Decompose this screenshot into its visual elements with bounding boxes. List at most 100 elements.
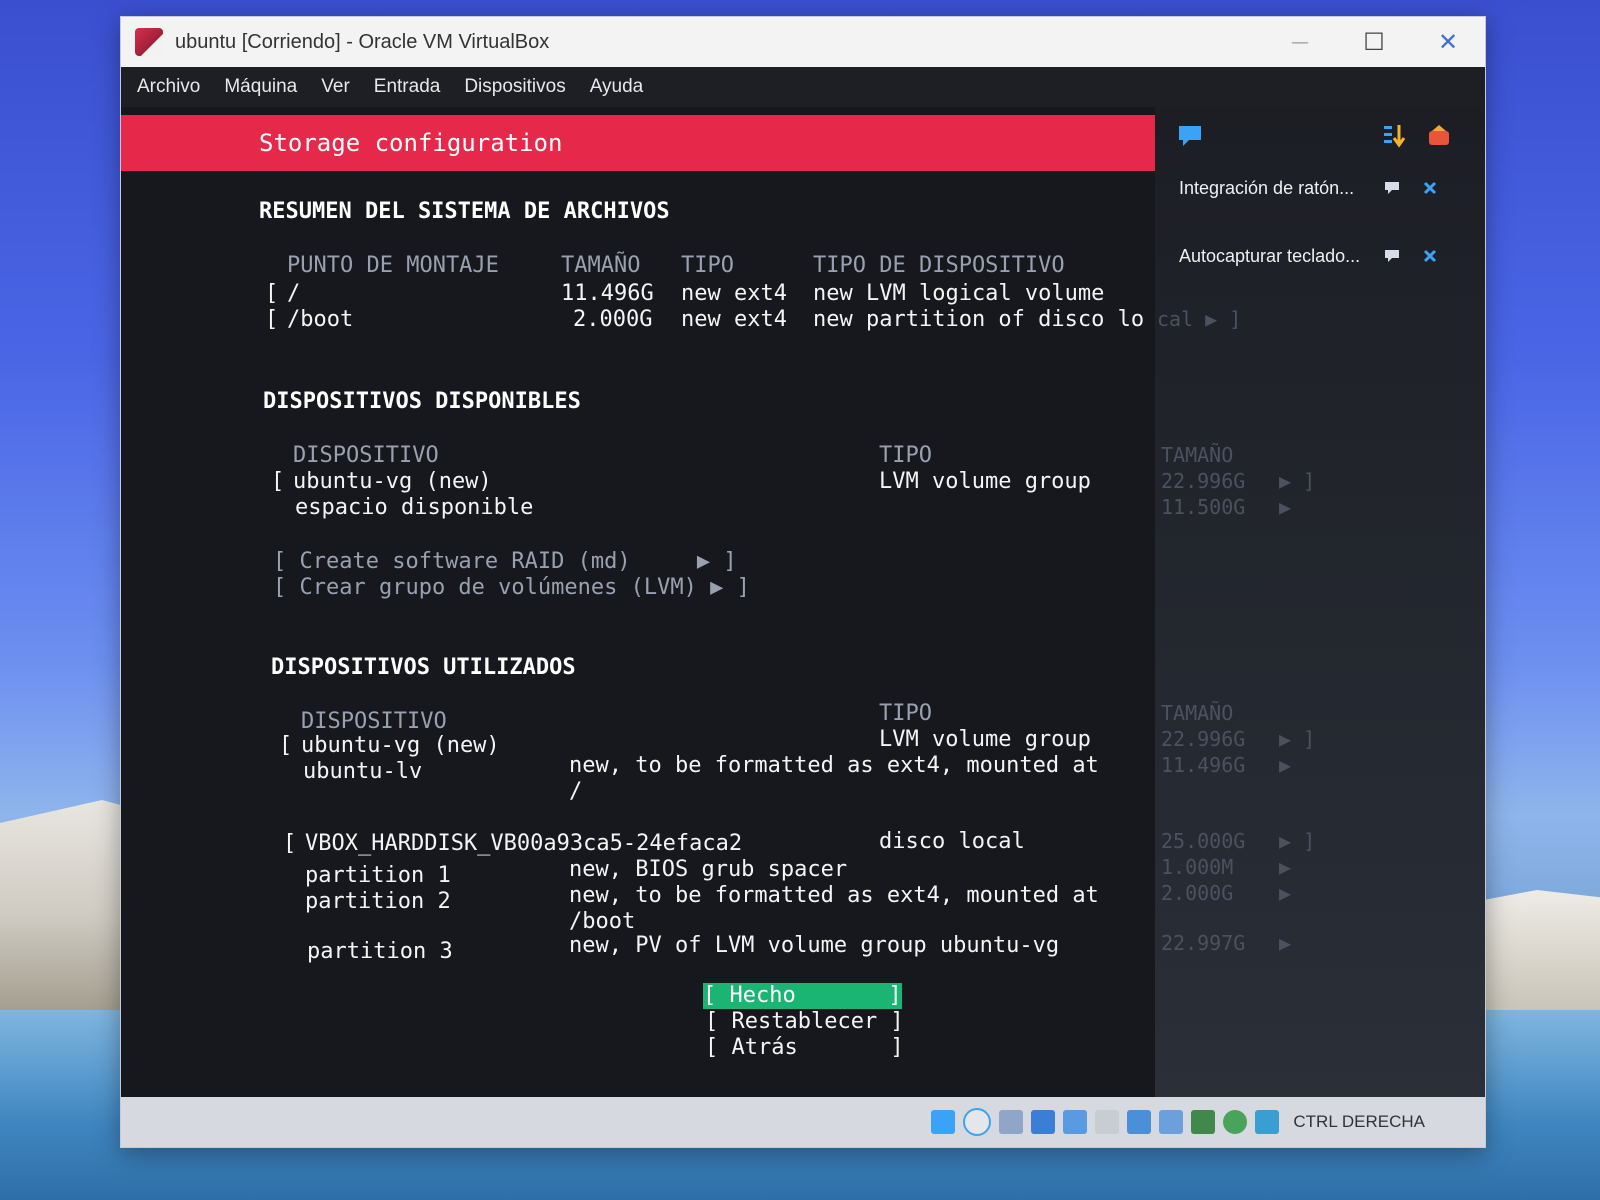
device-type: LVM volume group [879,727,1091,752]
notification-mouse-integration: Integración de ratón... [1179,173,1354,203]
row-bracket: [ [265,307,279,332]
cpu-indicator-icon[interactable] [1191,1110,1216,1134]
col-type-header: TIPO [681,253,734,278]
menu-ver[interactable]: Ver [321,76,350,98]
speech-bubble-icon[interactable] [1175,121,1205,151]
guest-additions-icon[interactable] [1223,1110,1248,1134]
dismiss-mouse-notification-icon[interactable] [1419,173,1441,203]
mouse-integration-icon[interactable] [1255,1110,1280,1134]
free-space-size: 11.500G [1161,495,1246,519]
fs-devtype: new partition of disco lo [813,307,1145,332]
device-size: 22.996G [1161,469,1246,493]
partition-size: 22.997G [1161,931,1246,955]
row-arrow: ▶ ] [1279,727,1316,751]
fs-size: 11.496G [561,281,654,306]
lv-description: new, to be formatted as ext4, mounted at [569,753,1099,778]
close-icon: ✕ [1437,28,1459,56]
col-type-header: TIPO [879,443,932,468]
row-arrow: ▶ [1279,495,1292,519]
col-device-header: DISPOSITIVO [293,443,439,468]
menu-bar: Archivo Máquina Ver Entrada Dispositivos… [121,67,1485,107]
mount-point: / [287,281,301,306]
row-bracket: [ [279,733,293,758]
virtualbox-app-icon [135,28,163,56]
host-key-label: CTRL DERECHA [1293,1112,1425,1131]
dismiss-keyboard-notification-icon[interactable] [1419,241,1441,271]
close-button[interactable]: ✕ [1411,17,1485,67]
partition-size: 2.000G [1161,881,1234,905]
minimize-icon: — [1291,31,1309,53]
col-size-header: TAMAÑO [1161,443,1234,467]
recording-icon[interactable] [1159,1110,1184,1134]
notification-text: Integración de ratón... [1179,177,1355,198]
row-arrow: ▶ [1279,881,1292,905]
menu-dispositivos[interactable]: Dispositivos [464,76,565,98]
menu-ayuda[interactable]: Ayuda [590,76,644,98]
display-icon[interactable] [1127,1110,1152,1134]
fs-type: new ext4 [681,281,787,306]
col-size-header: TAMAÑO [561,253,641,278]
menu-archivo[interactable]: Archivo [137,76,200,98]
installer-tui: Storage configuration RESUMEN DEL SISTEM… [121,107,1155,1097]
fs-size: 2.000G [573,307,653,332]
lv-description-cont: / [569,779,583,804]
row-arrow: ▶ ] [1279,469,1316,493]
row-arrow: ▶ [1279,753,1292,777]
device-type: LVM volume group [879,469,1091,494]
installer-header: Storage configuration [121,115,1155,171]
col-devtype-header: TIPO DE DISPOSITIVO [813,253,1065,278]
row-arrow: ▶ [1279,931,1292,955]
back-button[interactable]: [ Atrás ] [705,1035,904,1061]
partition-name: partition 2 [305,889,451,914]
create-lvm-button[interactable]: [ Crear grupo de volúmenes (LVM) ▶ ] [273,575,750,601]
device-size: 22.996G [1161,727,1246,751]
used-heading: DISPOSITIVOS UTILIZADOS [271,655,576,680]
device-name: ubuntu-vg (new) [293,469,492,494]
notification-keyboard-capture: Autocapturar teclado... [1179,241,1360,271]
disk-size: 25.000G [1161,829,1246,853]
notification-info-icon[interactable] [1381,241,1403,271]
optical-drive-icon[interactable] [963,1108,992,1136]
done-button[interactable]: [ Hecho ] [703,983,902,1009]
menu-entrada[interactable]: Entrada [374,76,441,98]
audio-icon[interactable] [999,1110,1024,1134]
partition-description: new, BIOS grub spacer [569,857,848,882]
menu-maquina[interactable]: Máquina [224,76,297,98]
title-bar[interactable]: ubuntu [Corriendo] - Oracle VM VirtualBo… [121,17,1485,67]
network-icon[interactable] [1031,1110,1056,1134]
row-bracket: [ [283,831,297,856]
fs-devtype: new LVM logical volume [813,281,1105,306]
maximize-icon: ☐ [1363,28,1385,56]
partition-description: new, to be formatted as ext4, mounted at [569,883,1099,908]
maximize-button[interactable]: ☐ [1337,17,1411,67]
col-size-header: TAMAÑO [1161,701,1234,725]
fs-type: new ext4 [681,307,787,332]
row-bracket: [ [271,469,285,494]
vm-screen[interactable]: Storage configuration RESUMEN DEL SISTEM… [121,107,1485,1097]
reset-button[interactable]: [ Restablecer ] [705,1009,904,1035]
available-heading: DISPOSITIVOS DISPONIBLES [263,389,581,414]
partition-description-cont: /boot [569,909,636,934]
col-type-header: TIPO [879,701,932,726]
partition-name: partition 1 [305,863,451,888]
disk-name: VBOX_HARDDISK_VB00a93ca5-24efaca2 [305,831,743,856]
hard-disk-icon[interactable] [931,1110,956,1134]
lv-size: 11.496G [1161,753,1246,777]
disk-type: disco local [879,829,1025,854]
create-raid-button[interactable]: [ Create software RAID (md) ▶ ] [273,549,737,575]
mount-point: /boot [287,307,354,332]
col-mount-header: PUNTO DE MONTAJE [287,253,499,278]
minimize-button[interactable]: — [1263,17,1337,67]
partition-name: partition 3 [307,939,453,964]
sort-icon[interactable] [1379,121,1409,151]
shared-folders-icon[interactable] [1095,1110,1120,1134]
clear-notifications-icon[interactable] [1425,121,1455,151]
col-device-header: DISPOSITIVO [301,709,447,734]
notification-info-icon[interactable] [1381,173,1403,203]
status-bar: CTRL DERECHA [121,1097,1485,1147]
device-name: ubuntu-vg (new) [301,733,500,758]
row-bracket: [ [265,281,279,306]
notification-text: Autocapturar teclado... [1179,245,1361,266]
usb-icon[interactable] [1063,1110,1088,1134]
free-space-label: espacio disponible [295,495,534,520]
